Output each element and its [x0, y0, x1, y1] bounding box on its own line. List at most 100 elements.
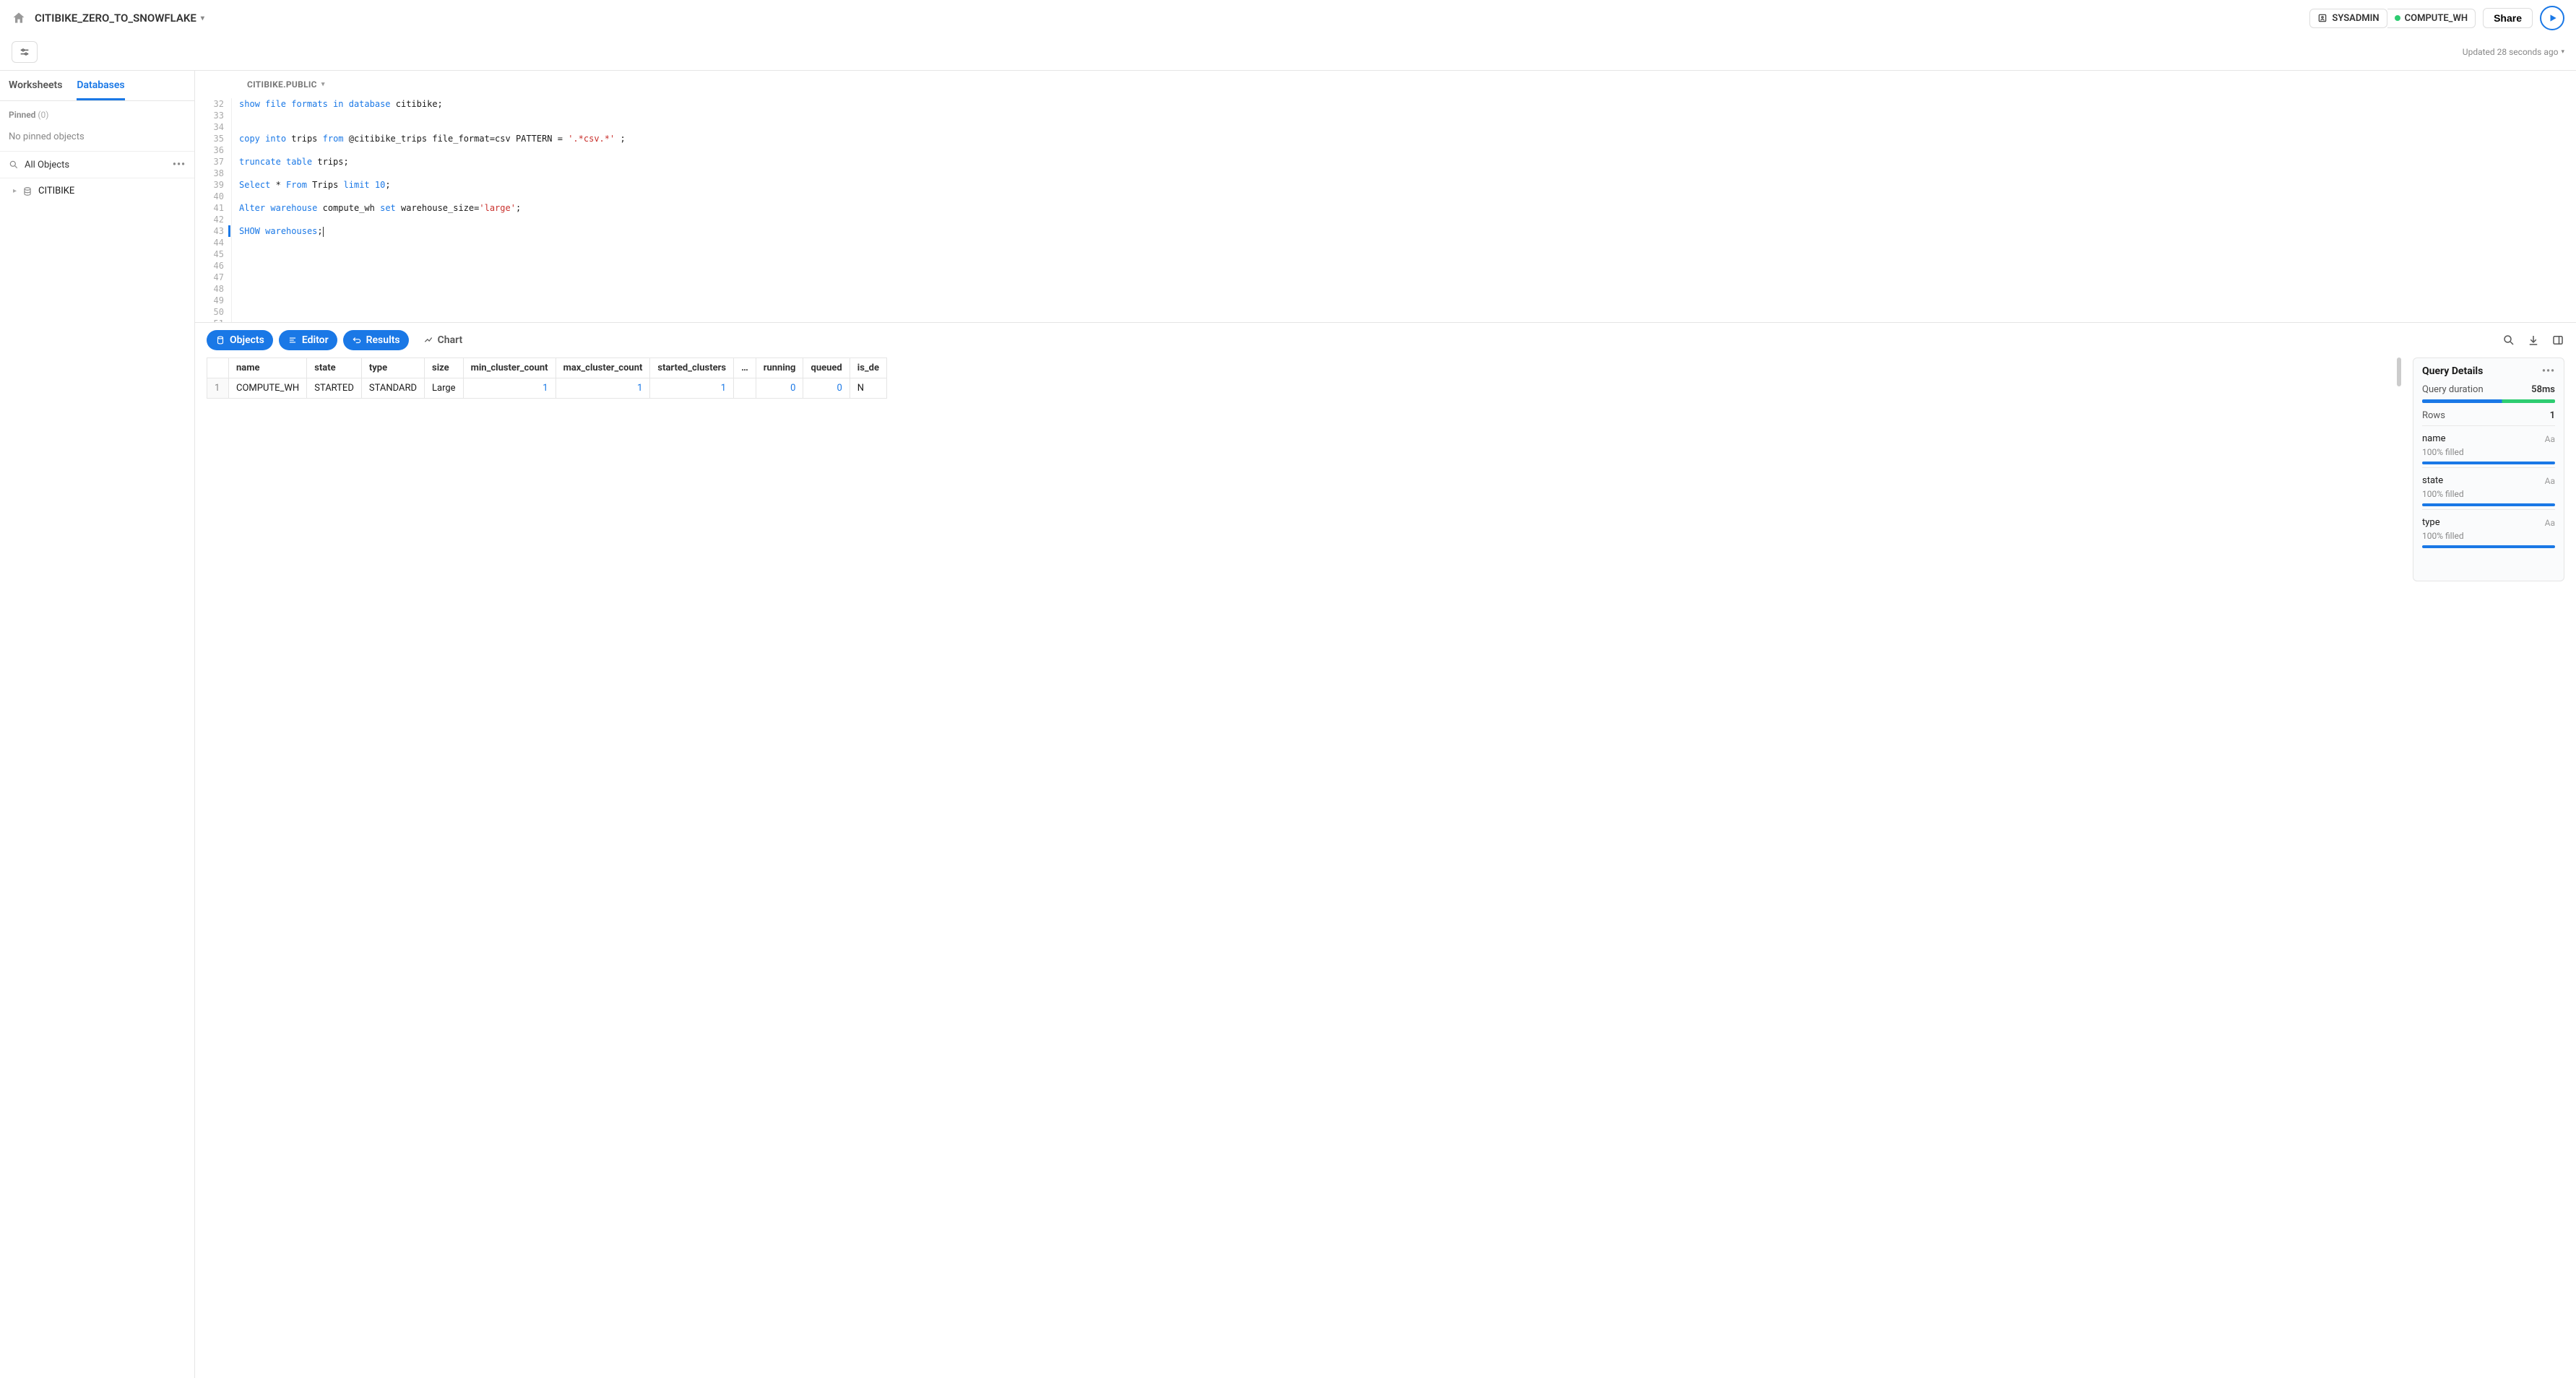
code-line[interactable]: SHOW warehouses; — [239, 225, 2576, 237]
code-line[interactable]: show file formats in database citibike; — [239, 98, 2576, 110]
column-header[interactable]: started_clusters — [650, 358, 734, 378]
chevron-down-icon: ▾ — [2561, 48, 2564, 56]
cell[interactable]: Large — [425, 378, 464, 399]
warehouse-selector[interactable]: COMPUTE_WH — [2387, 9, 2476, 28]
scrollbar[interactable] — [2395, 358, 2403, 581]
db-label: CITIBIKE — [38, 186, 74, 196]
results-grid: namestatetypesizemin_cluster_countmax_cl… — [207, 358, 887, 399]
pill-objects[interactable]: Objects — [207, 330, 273, 350]
pinned-count: (0) — [38, 110, 48, 120]
cell[interactable]: 1 — [650, 378, 734, 399]
column-header[interactable]: min_cluster_count — [463, 358, 556, 378]
query-details-panel: Query Details ••• Query duration 58ms Ro… — [2413, 358, 2564, 581]
chart-icon — [423, 335, 433, 345]
code-line[interactable] — [239, 283, 2576, 295]
duration-row: Query duration 58ms — [2422, 384, 2555, 395]
sidebar: Worksheets Databases Pinned (0) No pinne… — [0, 71, 195, 1378]
column-type: Aa — [2545, 518, 2555, 528]
context-text: CITIBIKE.PUBLIC — [247, 79, 317, 90]
database-icon — [215, 335, 225, 345]
column-header[interactable]: is_de — [850, 358, 886, 378]
code-line[interactable] — [239, 110, 2576, 121]
code-line[interactable] — [239, 248, 2576, 260]
tab-worksheets[interactable]: Worksheets — [9, 79, 62, 100]
cell[interactable]: 1 — [556, 378, 650, 399]
worksheet-title[interactable]: CITIBIKE_ZERO_TO_SNOWFLAKE ▾ — [35, 12, 204, 25]
column-header[interactable]: size — [425, 358, 464, 378]
pinned-header: Pinned (0) — [0, 101, 194, 129]
sliders-icon — [19, 46, 30, 58]
sidebar-item-citibike[interactable]: ▸ CITIBIKE — [0, 178, 194, 204]
code-line[interactable] — [239, 214, 2576, 225]
code-line[interactable] — [239, 168, 2576, 179]
home-icon[interactable] — [12, 11, 26, 25]
tab-databases[interactable]: Databases — [77, 79, 124, 100]
column-header[interactable]: type — [361, 358, 424, 378]
no-pinned-text: No pinned objects — [0, 129, 194, 151]
column-stat-card: typeAa100% filled — [2422, 509, 2555, 551]
column-header[interactable]: max_cluster_count — [556, 358, 650, 378]
more-icon[interactable]: ••• — [2542, 365, 2555, 377]
more-cell — [734, 378, 756, 399]
column-header[interactable]: queued — [803, 358, 850, 378]
code-line[interactable] — [239, 272, 2576, 283]
cell[interactable]: 1 — [463, 378, 556, 399]
code-line[interactable]: Select * From Trips limit 10; — [239, 179, 2576, 191]
pill-label: Chart — [438, 334, 463, 346]
column-header[interactable]: state — [307, 358, 362, 378]
text-cursor — [323, 227, 324, 237]
column-name: type — [2422, 517, 2440, 528]
cell[interactable]: STARTED — [307, 378, 362, 399]
context-selector[interactable]: CITIBIKE.PUBLIC ▾ — [195, 71, 2576, 98]
lines-icon — [288, 335, 298, 345]
updated-timestamp[interactable]: Updated 28 seconds ago ▾ — [2463, 47, 2564, 57]
code-line[interactable] — [239, 318, 2576, 322]
role-selector[interactable]: SYSADMIN — [2309, 9, 2387, 28]
panel-icon[interactable] — [2551, 334, 2564, 347]
content: CITIBIKE.PUBLIC ▾ 3233343536373839404142… — [195, 71, 2576, 1378]
sql-editor[interactable]: 3233343536373839404142434445464748495051… — [195, 98, 2576, 322]
code-area[interactable]: show file formats in database citibike; c… — [231, 98, 2576, 322]
code-line[interactable]: copy into trips from @citibike_trips fil… — [239, 133, 2576, 144]
database-icon — [22, 186, 33, 196]
more-columns-icon[interactable]: … — [734, 358, 756, 378]
code-line[interactable] — [239, 260, 2576, 272]
code-line[interactable] — [239, 144, 2576, 156]
all-objects-label: All Objects — [25, 160, 69, 170]
cell[interactable]: COMPUTE_WH — [229, 378, 307, 399]
code-line[interactable] — [239, 191, 2576, 202]
table-row[interactable]: 1COMPUTE_WHSTARTEDSTANDARDLarge11100N — [207, 378, 887, 399]
fill-bar — [2422, 503, 2555, 506]
cell[interactable]: STANDARD — [361, 378, 424, 399]
all-objects-row[interactable]: All Objects ••• — [0, 151, 194, 178]
chevron-down-icon: ▾ — [321, 81, 325, 88]
cell[interactable]: 0 — [803, 378, 850, 399]
all-objects-left: All Objects — [9, 160, 69, 170]
scrollbar-thumb[interactable] — [2397, 358, 2401, 386]
cell[interactable]: N — [850, 378, 886, 399]
code-line[interactable] — [239, 237, 2576, 248]
code-line[interactable] — [239, 295, 2576, 306]
search-icon[interactable] — [2502, 334, 2515, 347]
share-button[interactable]: Share — [2483, 8, 2533, 28]
pill-results[interactable]: Results — [343, 330, 409, 350]
code-line[interactable] — [239, 306, 2576, 318]
filter-button[interactable] — [12, 41, 38, 63]
column-header[interactable]: name — [229, 358, 307, 378]
run-button[interactable] — [2540, 6, 2564, 30]
code-line[interactable] — [239, 121, 2576, 133]
rows-label: Rows — [2422, 410, 2445, 421]
more-icon[interactable]: ••• — [173, 159, 186, 170]
code-line[interactable]: Alter warehouse compute_wh set warehouse… — [239, 202, 2576, 214]
cell[interactable]: 0 — [756, 378, 803, 399]
pinned-label: Pinned — [9, 110, 35, 120]
pill-chart[interactable]: Chart — [415, 330, 472, 350]
column-header[interactable]: running — [756, 358, 803, 378]
code-line[interactable]: truncate table trips; — [239, 156, 2576, 168]
main: Worksheets Databases Pinned (0) No pinne… — [0, 71, 2576, 1378]
download-icon[interactable] — [2527, 334, 2540, 347]
role-label: SYSADMIN — [2332, 13, 2379, 24]
details-header: Query Details ••• — [2422, 365, 2555, 377]
pill-editor[interactable]: Editor — [279, 330, 337, 350]
title-text: CITIBIKE_ZERO_TO_SNOWFLAKE — [35, 12, 196, 25]
